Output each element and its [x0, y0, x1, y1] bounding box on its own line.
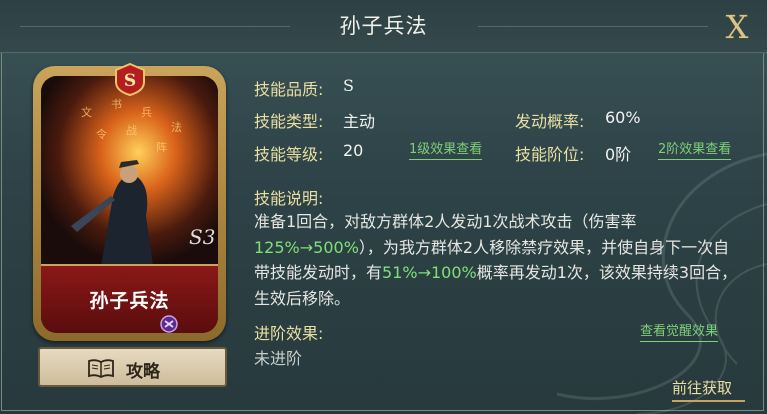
svg-text:书: 书	[111, 98, 122, 111]
dialog-title: 孙子兵法	[339, 14, 428, 38]
close-button[interactable]: X	[716, 8, 758, 46]
svg-text:兵: 兵	[141, 106, 152, 119]
svg-text:令: 令	[96, 127, 107, 141]
level-effect-link[interactable]: 1级效果查看	[409, 138, 483, 160]
svg-text:战: 战	[126, 124, 137, 137]
advance-value: 未进阶	[254, 349, 303, 368]
awaken-effect-link[interactable]: 查看觉醒效果	[640, 320, 719, 342]
damage-rate-highlight: 125%→500%	[254, 237, 359, 257]
obtain-underline	[672, 400, 745, 402]
book-icon	[88, 359, 114, 378]
trigger-rate-value: 60%	[605, 108, 641, 127]
guide-button[interactable]: 攻略	[38, 347, 227, 387]
level-value: 20	[343, 141, 364, 160]
trigger-rate-label: 发动概率:	[515, 112, 585, 131]
level-label: 技能等级:	[254, 145, 324, 164]
guide-button-label: 攻略	[126, 362, 160, 382]
skill-type-icon	[160, 315, 178, 333]
tier-value: 0阶	[605, 145, 632, 164]
svg-text:文: 文	[81, 105, 92, 119]
svg-text:S3: S3	[189, 225, 215, 249]
quality-label: 技能品质:	[254, 80, 324, 99]
grade-badge-letter: S	[124, 71, 136, 91]
obtain-button[interactable]: 前往获取	[672, 377, 732, 398]
svg-text:阵: 阵	[156, 140, 167, 154]
skill-description: 准备1回合，对敌方群体2人发动1次战术攻击（伤害率125%→500%），为我方群…	[254, 209, 744, 311]
tier-label: 技能阶位:	[515, 145, 585, 164]
skill-card-art: 文 书兵法 令 战阵 S3	[41, 76, 218, 266]
tier-effect-link[interactable]: 2阶效果查看	[658, 138, 732, 160]
chance-highlight: 51%→100%	[382, 263, 477, 282]
grade-badge-icon: S	[115, 62, 145, 96]
type-label: 技能类型:	[254, 112, 324, 131]
quality-value: S	[343, 76, 354, 95]
description-label: 技能说明:	[254, 189, 324, 208]
svg-text:法: 法	[171, 120, 182, 134]
dialog-header: 孙子兵法 X	[0, 0, 767, 53]
advance-label: 进阶效果:	[254, 324, 324, 343]
description-text-1: 准备1回合，对敌方群体2人发动1次战术攻击（伤害率	[254, 212, 637, 231]
skill-card-image: 文 书兵法 令 战阵 S3 孙子兵法	[41, 76, 218, 333]
skill-card: 文 书兵法 令 战阵 S3 孙子兵法 S	[33, 62, 226, 341]
skill-card-name: 孙子兵法	[89, 290, 170, 312]
type-value: 主动	[343, 112, 376, 131]
